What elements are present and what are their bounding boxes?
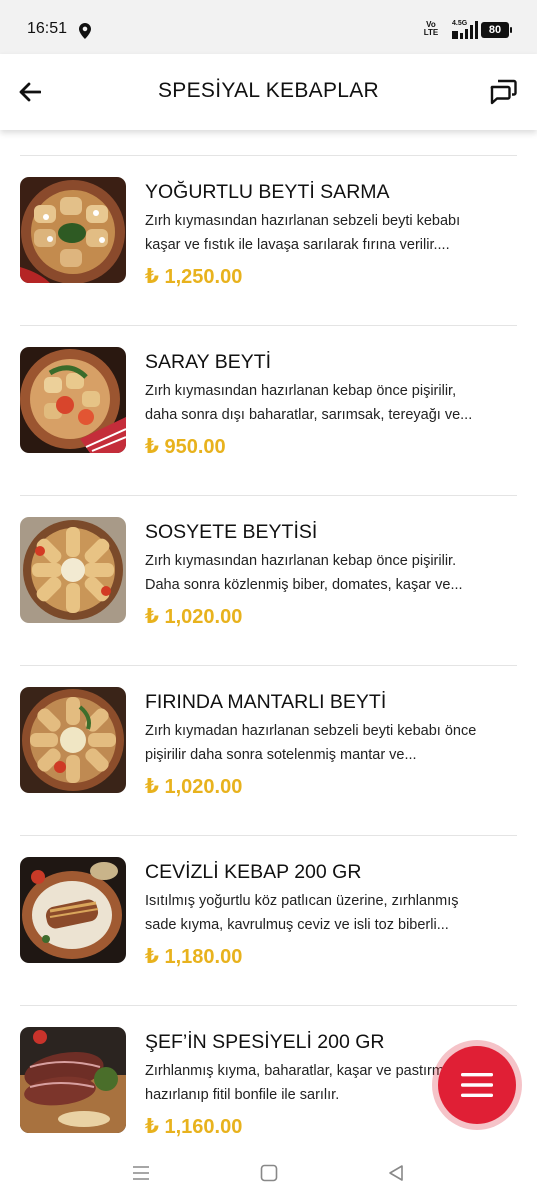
item-price: ₺ 1,020.00 [145,606,243,628]
item-price: ₺ 1,160.00 [145,1116,243,1138]
item-price: ₺ 1,020.00 [145,776,243,798]
item-price: ₺ 1,250.00 [145,266,243,288]
item-name: SOSYETE BEYTİSİ [145,521,318,543]
item-description: Zırh kıymasından hazırlanan kebap önce p… [145,553,463,593]
food-image [20,687,126,793]
home-button[interactable] [256,1160,282,1186]
status-bar: 16:51 Vo LTE 4.5G 80 [0,0,537,54]
food-image [20,177,126,283]
food-image [20,347,126,453]
back-triangle-icon [389,1165,403,1181]
menu-item-sosyete-beytisi[interactable]: SOSYETE BEYTİSİ Zırh kıymasından hazırla… [0,495,537,665]
item-name: FIRINDA MANTARLI BEYTİ [145,691,387,713]
item-name: CEVİZLİ KEBAP 200 GR [145,861,362,883]
location-icon [79,23,91,39]
chat-bubbles-icon [490,79,517,105]
battery-icon: 80 [481,22,512,38]
item-price: ₺ 1,180.00 [145,946,243,968]
menu-item-firinda-mantarli-beyti[interactable]: FIRINDA MANTARLI BEYTİ Zırh kıymadan haz… [0,665,537,835]
app-bar: SPESİYAL KEBAPLAR [0,54,537,130]
item-description: Zırh kıymasından hazırlanan sebzeli beyt… [145,213,461,253]
menu-item-cevizli-kebap[interactable]: CEVİZLİ KEBAP 200 GR Isıtılmış yoğurtlu … [0,835,537,1005]
menu-fab-button[interactable] [432,1040,522,1130]
menu-icon [461,1073,493,1097]
food-image [20,857,126,963]
status-time: 16:51 [27,20,68,37]
menu-list: YOĞURTLU BEYTİ SARMA Zırh kıymasından ha… [0,130,537,1146]
signal-label: 4.5G [452,20,468,27]
food-image [20,1027,126,1133]
chat-button[interactable] [487,76,519,108]
item-description: Zırh kıymadan hazırlanan sebzeli beyti k… [145,723,477,763]
system-nav-bar [0,1146,537,1200]
system-back-button[interactable] [383,1160,409,1186]
item-description: Zırh kıymasından hazırlanan kebap önce p… [145,383,473,423]
menu-item-saray-beyti[interactable]: SARAY BEYTİ Zırh kıymasından hazırlanan … [0,325,537,495]
item-name: ŞEF’İN SPESİYELİ 200 GR [145,1031,385,1053]
item-description: Isıtılmış yoğurtlu köz patlıcan üzerine,… [145,893,459,933]
food-image [20,517,126,623]
item-price: ₺ 950.00 [145,436,226,458]
menu-item-yogurtlu-beyti-sarma[interactable]: YOĞURTLU BEYTİ SARMA Zırh kıymasından ha… [0,155,537,325]
item-name: YOĞURTLU BEYTİ SARMA [145,181,390,203]
battery-level: 80 [488,24,502,36]
home-icon [260,1164,278,1182]
item-name: SARAY BEYTİ [145,351,272,373]
recents-button[interactable] [128,1160,154,1186]
menu-fab-inner[interactable] [438,1046,516,1124]
recents-icon [133,1166,149,1180]
volte-label: Vo LTE [423,20,439,37]
page-title: SPESİYAL KEBAPLAR [157,79,380,102]
